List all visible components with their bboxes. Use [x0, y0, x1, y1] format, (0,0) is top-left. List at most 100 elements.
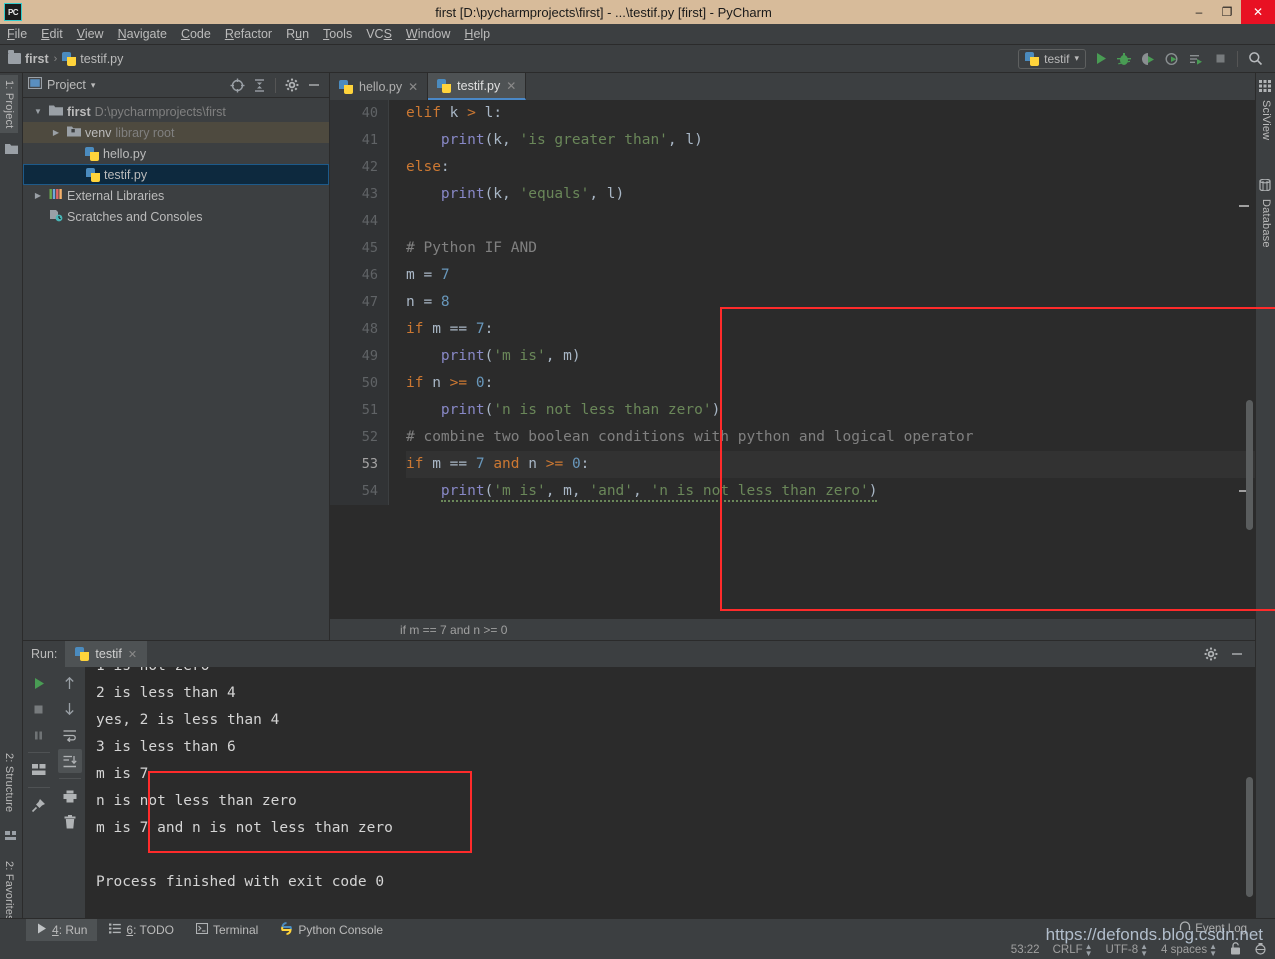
tree-twisty-icon[interactable]: ▼ — [31, 107, 45, 116]
bottom-tab-4-run[interactable]: 4: Run — [26, 918, 98, 942]
code-line[interactable]: print(k, 'is greater than', l) — [406, 127, 1255, 154]
code-line[interactable]: print('n is not less than zero') — [406, 397, 1255, 424]
code-line[interactable]: n = 8 — [406, 289, 1255, 316]
sidebar-tab-structure[interactable]: 2: Structure — [0, 748, 18, 817]
menu-item-run[interactable]: Run — [279, 25, 316, 43]
indent-selector[interactable]: 4 spaces ▲ ▼ — [1161, 943, 1217, 958]
menu-item-code[interactable]: Code — [174, 25, 218, 43]
hide-panel-icon[interactable] — [1227, 644, 1247, 664]
sidebar-tab-database[interactable]: Database — [1257, 194, 1275, 253]
run-with-coverage-button[interactable] — [1138, 49, 1158, 69]
tree-item-scratches-and-consoles[interactable]: Scratches and Consoles — [23, 206, 329, 227]
encoding-selector[interactable]: UTF-8 ▲ ▼ — [1106, 943, 1149, 958]
maximize-button[interactable]: ❐ — [1213, 0, 1241, 24]
close-icon[interactable]: ✕ — [128, 648, 137, 661]
close-icon[interactable]: ✕ — [506, 79, 516, 93]
soft-wrap-button[interactable] — [58, 723, 82, 747]
run-tab-testif[interactable]: testif ✕ — [65, 641, 148, 667]
rerun-button[interactable] — [27, 671, 51, 695]
line-separator-selector[interactable]: CRLF ▲ ▼ — [1053, 943, 1093, 958]
caret-position[interactable]: 53:22 — [1011, 944, 1040, 956]
bottom-tab-terminal[interactable]: Terminal — [186, 919, 268, 942]
code-line[interactable]: print(k, 'equals', l) — [406, 181, 1255, 208]
code-line[interactable]: print('m is', m, 'and', 'n is not less t… — [406, 478, 1255, 505]
close-button[interactable]: ✕ — [1241, 0, 1275, 24]
code-line[interactable]: print('m is', m) — [406, 343, 1255, 370]
run-console[interactable]: 1 is not zero 2 is less than 4 yes, 2 is l… — [85, 667, 1255, 918]
run-tab-label: testif — [95, 647, 122, 661]
tree-item-label: Scratches and Consoles — [67, 209, 203, 224]
line-number: 52 — [361, 429, 378, 445]
tree-twisty-icon[interactable]: ▶ — [31, 191, 45, 200]
sidebar-tab-sciview[interactable]: SciView — [1257, 95, 1275, 145]
restore-layout-button[interactable] — [27, 758, 51, 782]
code-line[interactable]: elif k > l: — [406, 100, 1255, 127]
up-arrow-button[interactable] — [58, 671, 82, 695]
menu-item-tools[interactable]: Tools — [316, 25, 359, 43]
code-line[interactable]: m = 7 — [406, 262, 1255, 289]
menu-item-window[interactable]: Window — [399, 25, 457, 43]
inspector-icon[interactable] — [1254, 942, 1267, 958]
code-line[interactable]: # combine two boolean conditions with py… — [406, 424, 1255, 451]
clear-all-button[interactable] — [58, 810, 82, 834]
chevron-down-icon[interactable]: ▾ — [91, 80, 96, 91]
search-everywhere-icon[interactable] — [1245, 49, 1265, 69]
editor-scrollbar[interactable] — [1246, 400, 1253, 530]
down-arrow-button[interactable] — [58, 697, 82, 721]
editor-tab-testif-py[interactable]: testif.py ✕ — [428, 73, 527, 100]
sidebar-tab-favorites[interactable]: 2: Favorites — [0, 856, 18, 926]
profile-button[interactable] — [1162, 49, 1182, 69]
menu-item-edit[interactable]: Edit — [34, 25, 70, 43]
breadcrumb-item-first[interactable]: first — [8, 50, 49, 66]
editor-tab-hello-py[interactable]: hello.py ✕ — [330, 73, 429, 100]
code-line[interactable]: if m == 7 and n >= 0: — [406, 451, 1255, 478]
code-editor[interactable]: 40 41 42 43 44 45 46 47 48 49 50 51 52 53 54 elif k > … — [330, 100, 1255, 618]
code-line[interactable]: if m == 7: — [406, 316, 1255, 343]
tree-twisty-icon[interactable]: ▶ — [49, 128, 63, 137]
tree-item-external-libraries[interactable]: ▶ External Libraries — [23, 185, 329, 206]
code-line[interactable]: else: — [406, 154, 1255, 181]
debug-button[interactable] — [1114, 49, 1134, 69]
project-panel: Project ▾ ▼ first D:\pycharmprojects\first… — [23, 73, 330, 640]
sidebar-tab-project[interactable]: 1: Project — [0, 75, 18, 134]
scroll-to-end-button[interactable] — [57, 749, 82, 773]
tree-item-first[interactable]: ▼ first D:\pycharmprojects\first — [23, 101, 329, 122]
console-line: 2 is less than 4 — [96, 685, 236, 701]
code-line[interactable]: if n >= 0: — [406, 370, 1255, 397]
minimize-button[interactable]: – — [1185, 0, 1213, 24]
tree-item-hello-py[interactable]: hello.py — [23, 143, 329, 164]
select-opened-file-icon[interactable] — [227, 75, 247, 95]
event-log-button[interactable]: Event Log — [1179, 921, 1247, 937]
menu-item-file[interactable]: File — [0, 25, 34, 43]
tree-item-venv[interactable]: ▶ venv library root — [23, 122, 329, 143]
bottom-tab-python-console[interactable]: Python Console — [270, 919, 393, 942]
collapse-all-icon[interactable] — [249, 75, 269, 95]
code-line[interactable] — [406, 208, 1255, 235]
pause-button[interactable] — [27, 723, 51, 747]
print-button[interactable] — [58, 784, 82, 808]
menu-item-navigate[interactable]: Navigate — [111, 25, 174, 43]
unlocked-padlock-icon[interactable] — [1230, 942, 1241, 958]
menu-item-refactor[interactable]: Refactor — [218, 25, 279, 43]
tree-item-testif-py[interactable]: testif.py — [23, 164, 329, 185]
pin-tab-button[interactable] — [27, 793, 51, 817]
settings-gear-icon[interactable] — [282, 75, 302, 95]
code-line[interactable]: # Python IF AND — [406, 235, 1255, 262]
menu-item-vcs[interactable]: VCS — [359, 25, 399, 43]
code-lines[interactable]: elif k > l: print(k, 'is greater than', … — [396, 100, 1255, 505]
stop-button[interactable] — [27, 697, 51, 721]
close-icon[interactable]: ✕ — [408, 80, 418, 94]
stop-button[interactable] — [1210, 49, 1230, 69]
run-button[interactable] — [1090, 49, 1110, 69]
menu-item-help[interactable]: Help — [457, 25, 497, 43]
hide-panel-icon[interactable] — [304, 75, 324, 95]
menu-item-view[interactable]: View — [70, 25, 111, 43]
breadcrumb-item-testif[interactable]: testif.py — [62, 51, 123, 66]
bottom-tab-6-todo[interactable]: 6: TODO — [99, 919, 184, 942]
toolbar-divider — [58, 778, 81, 779]
pycharm-window: PC first [D:\pycharmprojects\first] - ..… — [0, 0, 1275, 959]
run-with-console-button[interactable] — [1186, 49, 1206, 69]
run-configuration-selector[interactable]: testif ▾ — [1018, 48, 1086, 69]
console-scrollbar[interactable] — [1246, 777, 1253, 897]
settings-gear-icon[interactable] — [1201, 644, 1221, 664]
